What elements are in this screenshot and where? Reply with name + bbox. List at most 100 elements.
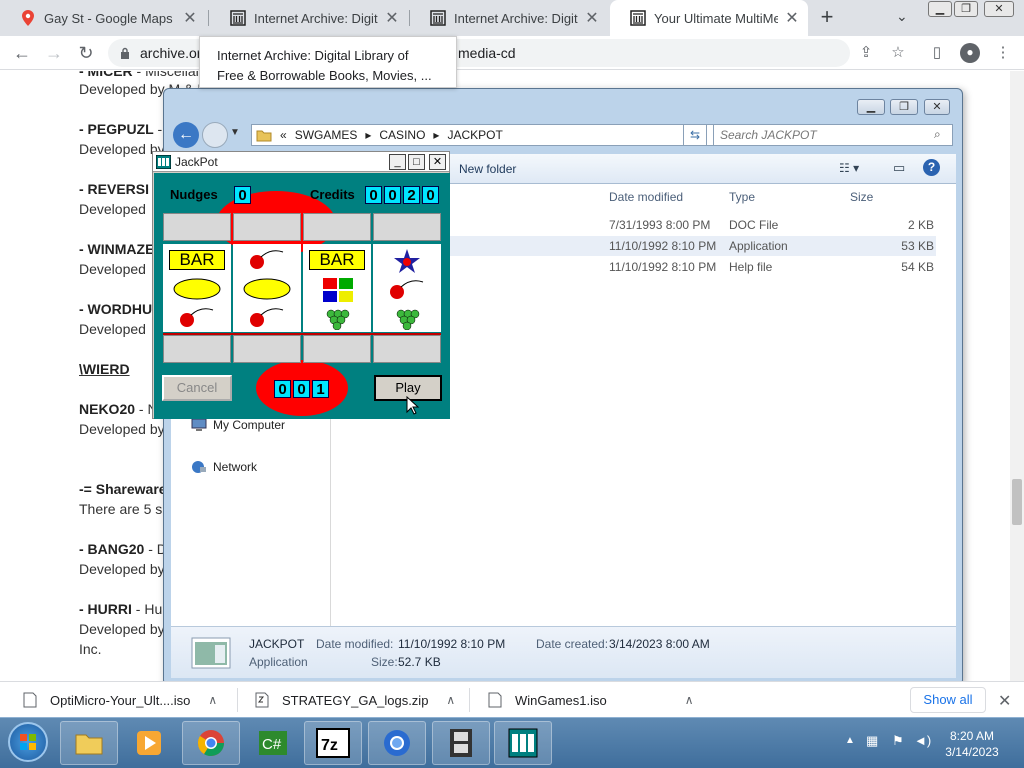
nudge-button-reel-4[interactable] bbox=[373, 335, 441, 363]
taskbar-chrome-2[interactable] bbox=[368, 721, 426, 765]
detail-date-created: 3/14/2023 8:00 AM bbox=[609, 637, 710, 651]
nudge-button-reel-2[interactable] bbox=[233, 335, 301, 363]
share-icon[interactable]: ⇪ bbox=[857, 44, 875, 62]
nudge-button-reel-1[interactable] bbox=[163, 335, 231, 363]
page-heading-link[interactable]: \WIERD bbox=[79, 361, 130, 377]
tab-ultimate-multimedia[interactable]: Your Ultimate MultiMedia ✕ bbox=[610, 0, 808, 36]
refresh-icon[interactable]: ⇆ bbox=[683, 124, 707, 146]
column-size[interactable]: Size bbox=[850, 190, 873, 204]
start-button[interactable] bbox=[8, 722, 48, 762]
close-icon[interactable]: ✕ bbox=[182, 8, 198, 28]
tray-chevron-up-icon[interactable]: ▲ bbox=[845, 735, 855, 746]
file-date: 11/10/1992 8:10 PM bbox=[609, 239, 717, 253]
column-type[interactable]: Type bbox=[729, 190, 755, 204]
network-tray-icon[interactable]: ▦ bbox=[866, 733, 878, 749]
breadcrumb-casino[interactable]: CASINO bbox=[379, 128, 425, 142]
taskbar-7zip[interactable]: 7z bbox=[304, 721, 362, 765]
cancel-button[interactable]: Cancel bbox=[162, 375, 232, 401]
taskbar-file-explorer[interactable] bbox=[60, 721, 118, 765]
scrollbar-thumb[interactable] bbox=[1012, 479, 1022, 525]
file-row[interactable]: 11/10/1992 8:10 PM Help file 54 KB bbox=[436, 257, 936, 277]
side-panel-icon[interactable]: ▯ bbox=[928, 44, 946, 62]
show-all-downloads-button[interactable]: Show all bbox=[910, 687, 986, 713]
recent-pages-chevron-icon[interactable]: ▼ bbox=[230, 127, 240, 138]
back-button[interactable]: ← bbox=[10, 41, 34, 65]
breadcrumb-swgames[interactable]: SWGAMES bbox=[295, 128, 358, 142]
taskbar-clock[interactable]: 8:20 AM 3/14/2023 bbox=[938, 728, 1006, 760]
view-options-icon[interactable]: ☷ ▾ bbox=[839, 161, 859, 175]
jackpot-title-bar[interactable]: JackPot _ □ ✕ bbox=[153, 152, 449, 172]
download-item[interactable]: STRATEGY_GA_logs.zip ∧ bbox=[254, 682, 455, 718]
close-icon[interactable]: ✕ bbox=[584, 8, 600, 28]
taskbar-chrome[interactable] bbox=[182, 721, 240, 765]
cherry-icon bbox=[180, 308, 214, 327]
windows-flag-icon bbox=[20, 734, 36, 750]
new-folder-button[interactable]: New folder bbox=[459, 162, 516, 176]
hold-button-reel-1[interactable] bbox=[163, 213, 231, 241]
page-line: Developed by bbox=[79, 421, 165, 437]
jackpot-minimize-button[interactable]: _ bbox=[389, 154, 406, 170]
profile-avatar-icon[interactable]: ● bbox=[960, 43, 980, 63]
bookmark-star-icon[interactable]: ☆ bbox=[889, 44, 907, 62]
nav-label: Network bbox=[213, 460, 258, 474]
column-date-modified[interactable]: Date modified bbox=[609, 190, 683, 204]
hold-button-reel-2[interactable] bbox=[233, 213, 301, 241]
details-pane: JACKPOT Application Date modified: 11/10… bbox=[171, 626, 956, 678]
download-item[interactable]: OptiMicro-Your_Ult....iso ∧ bbox=[22, 682, 217, 718]
menu-kebab-icon[interactable]: ⋮ bbox=[994, 44, 1012, 62]
flag-tray-icon[interactable]: ⚑ bbox=[892, 733, 904, 749]
restore-button[interactable]: ❐ bbox=[954, 1, 978, 17]
file-row[interactable]: 7/31/1993 8:00 PM DOC File 2 KB bbox=[436, 215, 936, 235]
credits-label: Credits bbox=[310, 187, 355, 202]
chevron-up-icon[interactable]: ∧ bbox=[208, 693, 217, 707]
detail-date-modified-label: Date modified: bbox=[316, 637, 394, 651]
tab-google-maps[interactable]: Gay St - Google Maps ✕ bbox=[0, 0, 206, 36]
nav-network[interactable]: Network bbox=[191, 460, 257, 474]
breadcrumb-jackpot[interactable]: JACKPOT bbox=[447, 128, 502, 142]
reload-button[interactable]: ↻ bbox=[74, 41, 98, 65]
file-row-selected[interactable]: 11/10/1992 8:10 PM Application 53 KB bbox=[436, 236, 936, 256]
explorer-back-button[interactable]: ← bbox=[173, 122, 199, 148]
taskbar-jackpot[interactable] bbox=[494, 721, 552, 765]
hold-button-reel-4[interactable] bbox=[373, 213, 441, 241]
jackpot-close-button[interactable]: ✕ bbox=[429, 154, 446, 170]
tab-internet-archive-2[interactable]: Internet Archive: Digital L ✕ bbox=[410, 0, 608, 36]
taskbar-csharp-app[interactable]: C# bbox=[244, 721, 302, 765]
close-icon[interactable]: ✕ bbox=[784, 8, 800, 28]
download-filename: WinGames1.iso bbox=[515, 692, 607, 708]
jackpot-window: JackPot _ □ ✕ Nudges 0 Credits 0 0 2 0 B… bbox=[152, 151, 450, 419]
nav-my-computer[interactable]: My Computer bbox=[191, 418, 285, 432]
close-icon[interactable]: ✕ bbox=[384, 8, 400, 28]
tab-internet-archive-1[interactable]: Internet Archive: Digital L ✕ bbox=[210, 0, 408, 36]
file-size: 54 KB bbox=[901, 260, 934, 274]
hold-button-reel-3[interactable] bbox=[303, 213, 371, 241]
cherry-icon bbox=[390, 280, 424, 299]
minimize-button[interactable]: ▁ bbox=[928, 1, 952, 17]
preview-pane-icon[interactable]: ▭ bbox=[893, 160, 905, 176]
credits-digit: 0 bbox=[384, 186, 401, 204]
divider bbox=[469, 688, 470, 712]
explorer-maximize-button[interactable]: ❐ bbox=[890, 99, 918, 115]
help-icon[interactable]: ? bbox=[923, 159, 940, 176]
volume-tray-icon[interactable]: ◄) bbox=[914, 733, 931, 748]
page-line: - HURRI - Hu bbox=[79, 601, 163, 617]
forward-button[interactable]: → bbox=[42, 41, 66, 65]
explorer-search-input[interactable]: Search JACKPOT bbox=[713, 124, 953, 146]
tab-search-chevron-icon[interactable]: ⌄ bbox=[896, 8, 908, 25]
lemon-icon bbox=[243, 278, 291, 300]
nudge-button-reel-3[interactable] bbox=[303, 335, 371, 363]
chevron-up-icon[interactable]: ∧ bbox=[446, 693, 455, 707]
explorer-forward-button[interactable] bbox=[202, 122, 228, 148]
taskbar-media-player[interactable] bbox=[120, 721, 178, 765]
explorer-minimize-button[interactable]: ▁ bbox=[857, 99, 885, 115]
close-window-button[interactable]: ✕ bbox=[984, 1, 1014, 17]
close-downloads-icon[interactable]: ✕ bbox=[998, 691, 1011, 711]
explorer-close-button[interactable]: ✕ bbox=[924, 99, 950, 115]
new-tab-button[interactable]: + bbox=[815, 5, 839, 29]
chevron-up-icon[interactable]: ∧ bbox=[685, 693, 694, 707]
tooltip-line2: Free & Borrowable Books, Movies, ... bbox=[217, 68, 432, 83]
page-scrollbar[interactable] bbox=[1010, 71, 1024, 681]
download-item[interactable]: WinGames1.iso ∧ bbox=[487, 682, 694, 718]
jackpot-maximize-button[interactable]: □ bbox=[408, 154, 425, 170]
taskbar-film-app[interactable] bbox=[432, 721, 490, 765]
